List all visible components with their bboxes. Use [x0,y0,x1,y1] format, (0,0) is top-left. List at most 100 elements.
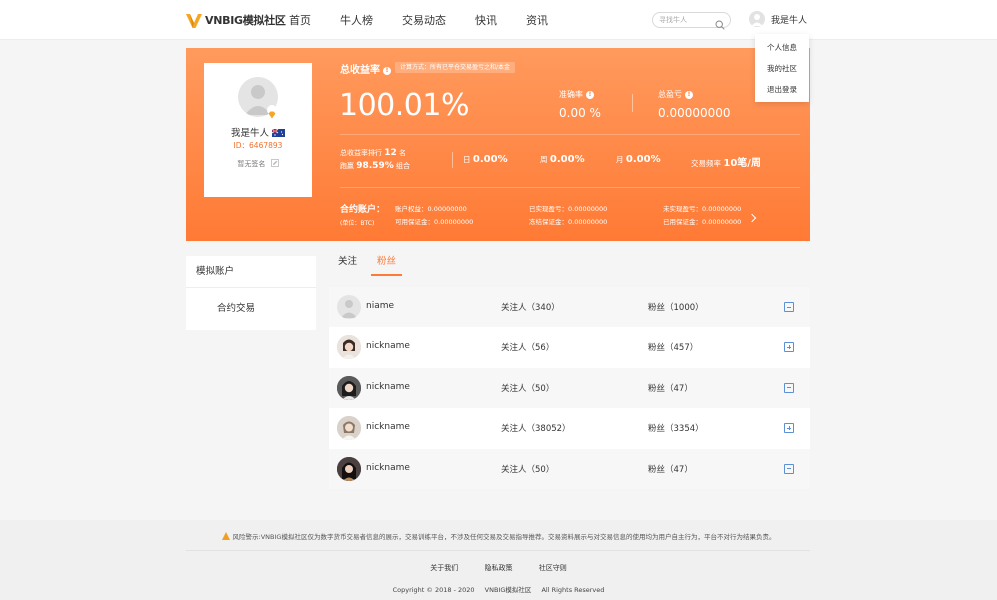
main-nav: 首页 牛人榜 交易动态 快讯 资讯 [289,12,577,28]
frozen-margin: 冻结保证金：0.00000000 [529,218,608,226]
footer-link-privacy[interactable]: 隐私政策 [485,564,513,572]
footer-link-about[interactable]: 关于我们 [430,564,458,572]
fans-count: 粉丝（47） [648,464,693,475]
realized-pnl: 已实现盈亏：0.00000000 [529,205,608,213]
dropdown-logout[interactable]: 退出登录 [755,83,809,104]
total-pnl-label: 总盈亏! [658,89,693,100]
account-equity: 账户权益：0.00000000 [395,205,467,213]
user-photo-avatar[interactable] [337,456,361,481]
footer-divider [186,550,810,551]
nav-trade-feed[interactable]: 交易动态 [402,12,446,28]
nav-home[interactable]: 首页 [289,12,311,28]
chevron-right-icon[interactable] [747,213,757,223]
profile-id: ID：6467893 [233,141,283,150]
sidebar-item-contract-trading[interactable]: 合约交易 [186,288,316,329]
list-item: nickname 关注人（50） 粉丝（47） [329,367,810,409]
profile-signature: 暂无签名 [204,159,312,169]
fans-count: 粉丝（1000） [648,303,704,313]
logo-text: VNBIG模拟社区 [205,14,286,27]
australia-flag-icon [272,129,285,137]
calc-note: 计算方式：所有已平仓交易盈亏之和/本金 [395,62,516,73]
default-avatar-icon[interactable] [337,295,361,319]
accuracy-value: 0.00 % [559,106,601,120]
footer-link-rules[interactable]: 社区守则 [539,564,567,572]
user-nickname[interactable]: nickname [366,382,410,392]
user-nickname[interactable]: nickname [366,341,410,351]
unfollow-button[interactable] [784,302,794,312]
pnl-help-icon[interactable]: ! [685,91,693,99]
user-photo-avatar[interactable] [337,335,361,360]
fans-list: niame 关注人（340） 粉丝（1000） nickname 关注人（56）… [329,287,810,489]
logo-mark-icon [186,13,202,28]
accuracy-label: 准确率! [559,89,594,100]
beat-info: 跑赢 98.59% 组合 [340,161,410,171]
day-return: 日 0.00% [463,154,508,165]
accuracy-help-icon[interactable]: ! [586,91,594,99]
vip-diamond-icon [267,105,277,119]
user-nickname[interactable]: nickname [366,463,410,473]
edit-icon[interactable] [270,159,279,169]
trade-frequency: 交易频率 10笔/周 [691,158,761,169]
tab-fans[interactable]: 粉丝 [371,250,403,276]
account-unit: (单位：BTC) [340,220,375,227]
account-title: 合约账户： [340,205,386,215]
total-return-value: 100.01% [339,88,469,123]
month-return: 月 0.00% [616,154,661,165]
total-pnl-value: 0.00000000 [658,106,731,120]
user-photo-avatar[interactable] [337,416,361,441]
user-name: 我是牛人 [771,15,808,26]
copyright: Copyright © 2018 - 2020 VNBIG模拟社区 All Ri… [392,586,605,594]
used-margin: 已用保证金：0.00000000 [663,218,742,226]
profile-banner: 我是牛人 ID：6467893 暂无签名 总收益率! 计算方式：所有已平仓交易盈… [186,48,810,241]
unfollow-button[interactable] [784,382,794,393]
search-box [652,12,731,30]
follow-button[interactable] [784,423,794,434]
rank-info: 总收益率排行 12 名 [340,148,406,158]
nav-flash-news[interactable]: 快讯 [475,12,497,28]
search-icon[interactable] [715,15,725,30]
following-count: 关注人（50） [501,464,555,475]
user-nickname[interactable]: nickname [366,422,410,432]
risk-warning: 风险警示:VNBIG模拟社区仅为数字货币交易者信息的展示，交易训练平台，不涉及任… [0,531,997,541]
list-item: nickname 关注人（50） 粉丝（47） [329,448,810,489]
week-return: 周 0.00% [540,154,585,165]
stat-divider [632,94,633,112]
rank-divider [452,152,453,168]
unrealized-pnl: 未实现盈亏：0.00000000 [663,205,742,213]
fans-count: 粉丝（457） [648,343,699,354]
user-nickname[interactable]: niame [366,301,394,311]
tab-following[interactable]: 关注 [338,250,357,276]
following-count: 关注人（340） [501,303,560,313]
help-icon[interactable]: ! [383,67,391,75]
footer-links: 关于我们 隐私政策 社区守则 [0,563,997,573]
banner-divider-2 [340,187,800,188]
available-margin: 可用保证金：0.00000000 [395,218,474,226]
list-item: niame 关注人（340） 粉丝（1000） [329,287,810,328]
user-menu[interactable]: 我是牛人 [749,11,807,27]
following-count: 关注人（56） [501,343,555,354]
profile-card: 我是牛人 ID：6467893 暂无签名 [204,63,312,197]
footer: 风险警示:VNBIG模拟社区仅为数字货币交易者信息的展示，交易训练平台，不涉及任… [0,520,997,600]
dropdown-profile[interactable]: 个人信息 [755,41,809,62]
fans-count: 粉丝（47） [648,383,693,394]
list-item: nickname 关注人（56） 粉丝（457） [329,327,810,368]
user-photo-avatar[interactable] [337,375,361,400]
user-avatar-icon [749,11,765,27]
search-input[interactable] [659,14,715,26]
sidebar: 模拟账户 合约交易 [186,256,316,330]
logo[interactable]: VNBIG模拟社区 [186,11,286,29]
top-header: VNBIG模拟社区 首页 牛人榜 交易动态 快讯 资讯 我是牛人 [0,0,997,40]
nav-leaderboard[interactable]: 牛人榜 [340,12,373,28]
warning-icon [221,532,230,540]
banner-divider-1 [340,134,800,135]
nav-news[interactable]: 资讯 [526,12,548,28]
following-count: 关注人（38052） [501,424,571,435]
dropdown-my-community[interactable]: 我的社区 [755,62,809,83]
following-count: 关注人（50） [501,383,555,394]
sidebar-title: 模拟账户 [186,256,316,288]
profile-name: 我是牛人 [204,125,312,139]
user-dropdown: 个人信息 我的社区 退出登录 [755,34,809,102]
unfollow-button[interactable] [784,463,794,474]
follow-button[interactable] [784,342,794,353]
follow-tabs: 关注 粉丝 [329,250,810,276]
